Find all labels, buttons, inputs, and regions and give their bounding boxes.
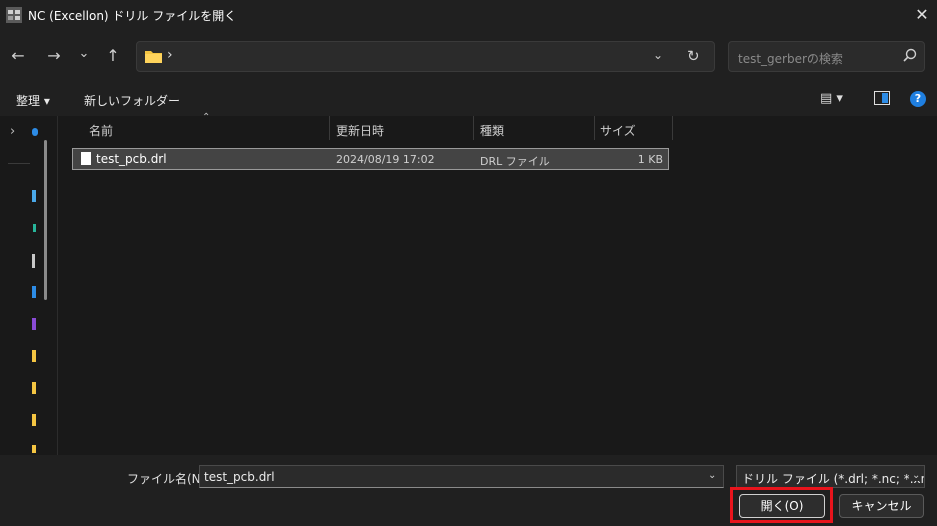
- search-placeholder: test_gerberの検索: [738, 52, 843, 66]
- column-divider[interactable]: [473, 116, 474, 140]
- cancel-button[interactable]: キャンセル: [839, 494, 924, 518]
- column-header-type[interactable]: 種類: [480, 122, 504, 139]
- column-divider[interactable]: [329, 116, 330, 140]
- search-icon: [903, 48, 917, 62]
- title-bar: NC (Excellon) ドリル ファイルを開く ✕: [0, 0, 937, 30]
- file-list: 名前 ⌃ 更新日時 種類 サイズ test_pcb.drl 2024/08/19…: [58, 112, 937, 455]
- refresh-icon[interactable]: ↻: [687, 47, 700, 65]
- music-icon[interactable]: [32, 318, 36, 330]
- up-arrow-icon[interactable]: ↑: [103, 46, 123, 66]
- desktop-icon[interactable]: [32, 190, 36, 202]
- column-header-name[interactable]: 名前: [89, 122, 113, 139]
- organize-button[interactable]: 整理 ▾: [16, 92, 50, 109]
- view-options-button[interactable]: ▤ ▾: [820, 91, 843, 106]
- filename-field[interactable]: test_pcb.drl ⌄: [199, 465, 724, 488]
- back-arrow-icon[interactable]: ←: [8, 46, 28, 66]
- file-size: 1 KB: [637, 153, 663, 166]
- column-divider[interactable]: [594, 116, 595, 140]
- file-modified: 2024/08/19 17:02: [336, 153, 435, 166]
- column-header-size[interactable]: サイズ: [600, 122, 636, 139]
- forward-arrow-icon[interactable]: →: [44, 46, 64, 66]
- folder-icon[interactable]: [32, 382, 36, 394]
- help-icon[interactable]: ?: [910, 91, 926, 107]
- sort-ascending-icon: ⌃: [202, 112, 211, 123]
- filetype-value: ドリル ファイル (*.drl; *.nc; *.xnc; *.: [742, 472, 924, 486]
- documents-icon[interactable]: [32, 254, 35, 268]
- address-dropdown-icon[interactable]: ⌄: [653, 48, 663, 62]
- filetype-dropdown-icon[interactable]: ⌄: [909, 470, 921, 481]
- close-icon[interactable]: ✕: [911, 4, 933, 26]
- folder-icon[interactable]: [32, 414, 36, 426]
- file-name: test_pcb.drl: [96, 152, 167, 166]
- pictures-icon[interactable]: [32, 286, 36, 298]
- nav-scrollbar[interactable]: [44, 140, 47, 300]
- folder-icon[interactable]: [32, 445, 36, 453]
- command-bar: 整理 ▾ 新しいフォルダー ▤ ▾ ?: [0, 82, 937, 116]
- navigation-pane: ›: [0, 116, 58, 455]
- app-icon: [6, 7, 22, 23]
- expand-chevron-icon[interactable]: ›: [10, 124, 15, 139]
- downloads-icon[interactable]: [33, 224, 36, 232]
- window-title: NC (Excellon) ドリル ファイルを開く: [28, 9, 237, 23]
- column-header-modified[interactable]: 更新日時: [336, 122, 384, 139]
- column-divider[interactable]: [672, 116, 673, 140]
- new-folder-button[interactable]: 新しいフォルダー: [84, 92, 180, 109]
- table-row[interactable]: test_pcb.drl 2024/08/19 17:02 DRL ファイル 1…: [72, 148, 669, 170]
- file-type: DRL ファイル: [480, 155, 550, 168]
- recent-locations-chevron-icon[interactable]: ⌄: [74, 44, 94, 64]
- file-icon: [81, 152, 91, 165]
- address-bar[interactable]: › ⌄ ↻: [136, 41, 715, 72]
- open-button[interactable]: 開く(O): [739, 494, 825, 518]
- folder-icon: [145, 51, 162, 63]
- filename-value: test_pcb.drl: [204, 470, 275, 484]
- quick-access-icon[interactable]: [32, 128, 38, 136]
- breadcrumb-chevron-icon[interactable]: ›: [167, 47, 173, 63]
- filename-dropdown-icon[interactable]: ⌄: [708, 470, 716, 481]
- filetype-select[interactable]: ドリル ファイル (*.drl; *.nc; *.xnc; *. ⌄: [736, 465, 925, 488]
- preview-pane-icon[interactable]: [874, 91, 890, 105]
- nav-divider: [8, 163, 30, 164]
- search-input[interactable]: test_gerberの検索: [728, 41, 925, 72]
- folder-icon[interactable]: [32, 350, 36, 362]
- filename-label: ファイル名(N):: [127, 472, 210, 486]
